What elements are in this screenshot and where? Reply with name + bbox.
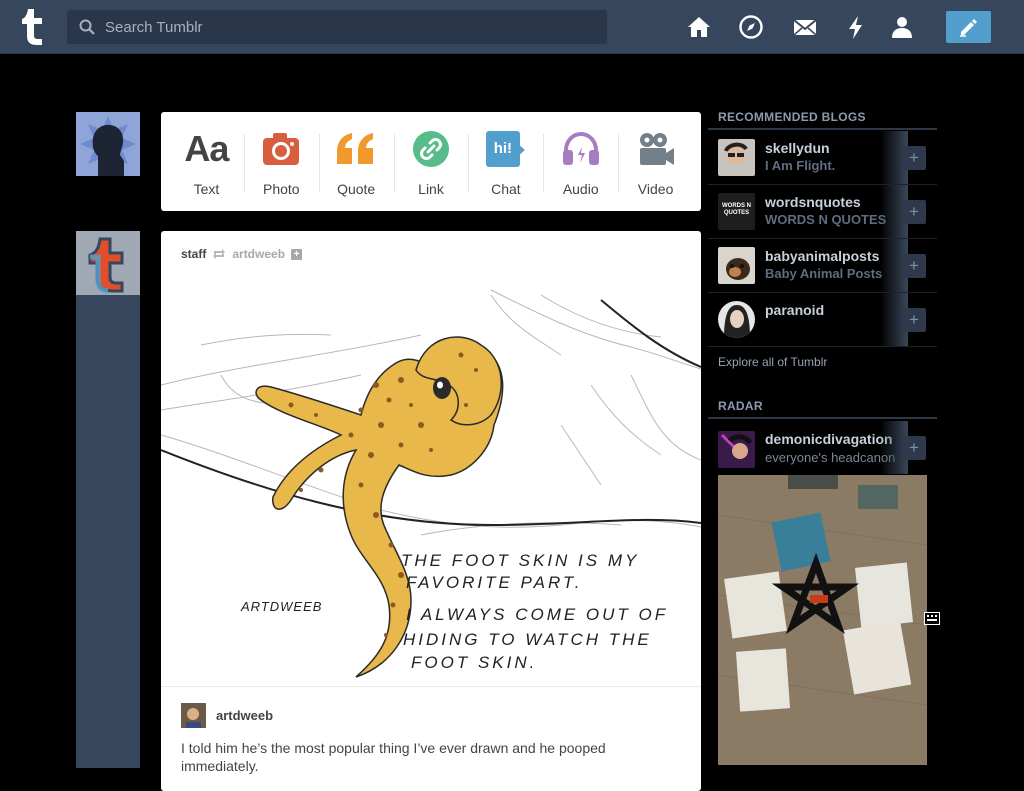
- explore-icon[interactable]: [738, 14, 764, 40]
- headphones-icon: [562, 131, 599, 165]
- post-type-text[interactable]: Aa Text: [169, 112, 244, 211]
- radar-title: RADAR: [718, 399, 763, 413]
- compose-button[interactable]: [946, 11, 991, 43]
- radar-blog-item[interactable]: demonicdivagation everyone's headcanon +: [708, 421, 937, 474]
- chat-icon: hi!: [485, 131, 526, 167]
- tumblr-staff-logo: [88, 237, 124, 294]
- post-avatar-column: [76, 231, 140, 768]
- post-type-label: Link: [418, 181, 444, 197]
- blog-avatar: [718, 431, 755, 468]
- post-type-label: Photo: [262, 181, 300, 197]
- search-box[interactable]: [67, 10, 607, 44]
- blog-avatar: [718, 301, 755, 338]
- comic-text-line: FAVORITE PART.: [406, 573, 582, 592]
- account-icon[interactable]: [889, 14, 915, 40]
- top-navigation-bar: [0, 0, 1024, 54]
- blog-name: demonicdivagation: [765, 431, 893, 447]
- inbox-icon[interactable]: [792, 14, 818, 40]
- post-author: artdweeb: [181, 703, 273, 728]
- default-avatar-silhouette: [80, 116, 136, 176]
- post-type-label: Quote: [337, 181, 376, 197]
- post-type-label: Chat: [491, 181, 521, 197]
- source-blog-name[interactable]: artdweeb: [232, 247, 285, 261]
- comic-text-line: HIDING TO WATCH THE: [403, 630, 652, 649]
- post-type-selector: Aa Text Photo Quote Link hi! Chat Audio …: [161, 112, 701, 211]
- explore-link[interactable]: Explore all of Tumblr: [718, 355, 827, 369]
- follow-source-button[interactable]: +: [291, 248, 303, 260]
- post-type-chat[interactable]: hi! Chat: [468, 112, 543, 211]
- blog-name: paranoid: [765, 302, 825, 318]
- home-icon[interactable]: [686, 14, 712, 40]
- post-type-link[interactable]: Link: [393, 112, 469, 211]
- recommended-blog-item[interactable]: WORDS N QUOTES wordsnquotes WORDS N QUOT…: [708, 185, 937, 239]
- tumblr-logo[interactable]: [17, 7, 49, 47]
- follow-button[interactable]: +: [902, 436, 926, 460]
- staff-avatar[interactable]: [76, 231, 140, 295]
- author-name[interactable]: artdweeb: [216, 708, 273, 723]
- keyboard-shortcuts-icon[interactable]: [924, 612, 940, 625]
- blog-name: wordsnquotes: [765, 194, 861, 210]
- link-icon: [413, 131, 449, 167]
- dashboard-post: staff artdweeb + THE FOOT SKIN IS MY FAV…: [161, 231, 701, 791]
- post-caption: I told him he’s the most popular thing I…: [181, 740, 606, 774]
- text-icon: Aa: [184, 128, 229, 169]
- blog-title: WORDS N QUOTES: [765, 212, 887, 227]
- blog-title: Baby Animal Posts: [765, 266, 883, 281]
- post-type-label: Video: [637, 181, 674, 197]
- recommended-blog-item[interactable]: skellydun I Am Flight. +: [708, 131, 937, 185]
- post-type-video[interactable]: Video: [618, 112, 693, 211]
- reblog-icon: [213, 249, 226, 259]
- post-type-label: Audio: [562, 181, 599, 197]
- activity-icon[interactable]: [843, 14, 869, 40]
- blog-avatar: [718, 247, 755, 284]
- search-input[interactable]: [105, 10, 595, 44]
- post-type-photo[interactable]: Photo: [243, 112, 319, 211]
- follow-button[interactable]: +: [902, 146, 926, 170]
- blog-avatar: WORDS N QUOTES: [718, 193, 755, 230]
- blog-title: I Am Flight.: [765, 158, 836, 173]
- artist-signature: ARTDWEEB: [240, 599, 322, 614]
- video-camera-icon: [639, 133, 674, 165]
- gecko-comic-image[interactable]: THE FOOT SKIN IS MY FAVORITE PART. I ALW…: [161, 275, 701, 687]
- section-divider: [708, 128, 937, 130]
- comic-text-line: FOOT SKIN.: [411, 653, 537, 672]
- radar-post-image[interactable]: [718, 475, 927, 765]
- comic-text-line: THE FOOT SKIN IS MY: [401, 551, 639, 570]
- section-divider: [708, 417, 937, 419]
- blog-avatar: [718, 139, 755, 176]
- blog-name: skellydun: [765, 140, 830, 156]
- comic-text-line: I ALWAYS COME OUT OF: [406, 605, 668, 624]
- post-type-audio[interactable]: Audio: [543, 112, 618, 211]
- blog-name: babyanimalposts: [765, 248, 880, 264]
- quote-icon: [337, 133, 374, 164]
- recommended-blogs-title: RECOMMENDED BLOGS: [718, 110, 866, 124]
- search-icon: [79, 19, 95, 35]
- follow-button[interactable]: +: [902, 200, 926, 224]
- pencil-icon: [960, 19, 977, 37]
- blog-title: everyone's headcanon: [765, 450, 896, 465]
- author-avatar[interactable]: [181, 703, 206, 728]
- camera-icon: [263, 133, 300, 165]
- recommended-blog-item[interactable]: paranoid +: [708, 293, 937, 347]
- recommended-blog-item[interactable]: babyanimalposts Baby Animal Posts +: [708, 239, 937, 293]
- post-divider: [161, 686, 701, 687]
- post-type-label: Text: [193, 181, 220, 197]
- user-avatar[interactable]: [76, 112, 140, 176]
- follow-button[interactable]: +: [902, 254, 926, 278]
- reblogger-name[interactable]: staff: [181, 247, 206, 261]
- follow-button[interactable]: +: [902, 308, 926, 332]
- post-type-quote[interactable]: Quote: [318, 112, 394, 211]
- post-header: staff artdweeb +: [181, 247, 303, 261]
